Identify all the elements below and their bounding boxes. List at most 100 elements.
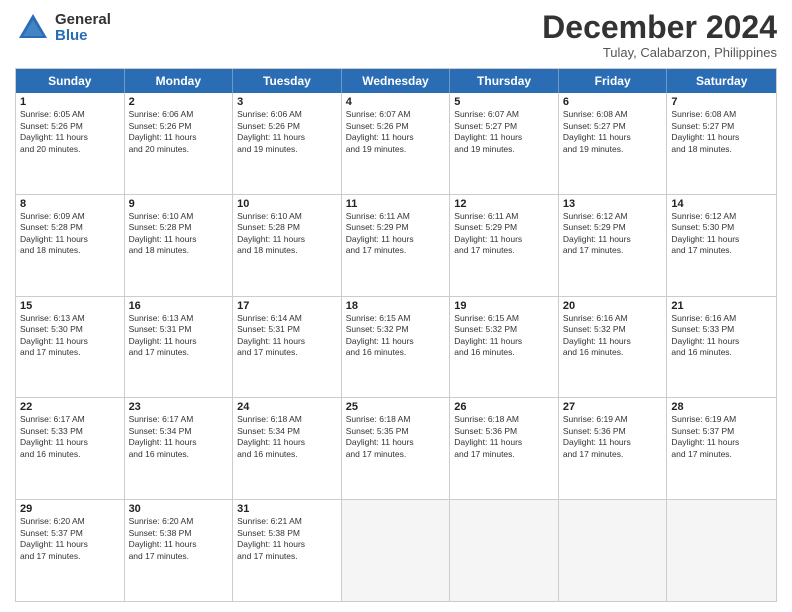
day-info: Sunrise: 6:06 AM Sunset: 5:26 PM Dayligh… [237,109,337,155]
day-number: 30 [129,503,229,515]
day-number: 7 [671,96,772,108]
day-info: Sunrise: 6:05 AM Sunset: 5:26 PM Dayligh… [20,109,120,155]
day-info: Sunrise: 6:11 AM Sunset: 5:29 PM Dayligh… [346,211,446,257]
calendar-day-3: 3Sunrise: 6:06 AM Sunset: 5:26 PM Daylig… [233,93,342,194]
day-number: 16 [129,300,229,312]
day-number: 29 [20,503,120,515]
day-info: Sunrise: 6:19 AM Sunset: 5:36 PM Dayligh… [563,414,663,460]
title-area: December 2024 Tulay, Calabarzon, Philipp… [542,10,777,60]
day-number: 13 [563,198,663,210]
day-info: Sunrise: 6:15 AM Sunset: 5:32 PM Dayligh… [454,313,554,359]
calendar-day-16: 16Sunrise: 6:13 AM Sunset: 5:31 PM Dayli… [125,297,234,398]
calendar: Sunday Monday Tuesday Wednesday Thursday… [15,68,777,602]
calendar-day-19: 19Sunrise: 6:15 AM Sunset: 5:32 PM Dayli… [450,297,559,398]
header-saturday: Saturday [667,69,776,93]
calendar-empty-cell [667,500,776,601]
calendar-day-4: 4Sunrise: 6:07 AM Sunset: 5:26 PM Daylig… [342,93,451,194]
calendar-week-5: 29Sunrise: 6:20 AM Sunset: 5:37 PM Dayli… [16,499,776,601]
calendar-day-9: 9Sunrise: 6:10 AM Sunset: 5:28 PM Daylig… [125,195,234,296]
header-monday: Monday [125,69,234,93]
calendar-day-7: 7Sunrise: 6:08 AM Sunset: 5:27 PM Daylig… [667,93,776,194]
header-sunday: Sunday [16,69,125,93]
calendar-day-6: 6Sunrise: 6:08 AM Sunset: 5:27 PM Daylig… [559,93,668,194]
calendar-day-29: 29Sunrise: 6:20 AM Sunset: 5:37 PM Dayli… [16,500,125,601]
header-wednesday: Wednesday [342,69,451,93]
header-thursday: Thursday [450,69,559,93]
day-info: Sunrise: 6:16 AM Sunset: 5:32 PM Dayligh… [563,313,663,359]
day-number: 14 [671,198,772,210]
day-info: Sunrise: 6:17 AM Sunset: 5:33 PM Dayligh… [20,414,120,460]
calendar-day-2: 2Sunrise: 6:06 AM Sunset: 5:26 PM Daylig… [125,93,234,194]
calendar-week-4: 22Sunrise: 6:17 AM Sunset: 5:33 PM Dayli… [16,397,776,499]
day-info: Sunrise: 6:15 AM Sunset: 5:32 PM Dayligh… [346,313,446,359]
location: Tulay, Calabarzon, Philippines [542,45,777,60]
header: General Blue December 2024 Tulay, Calaba… [15,10,777,60]
day-number: 15 [20,300,120,312]
day-info: Sunrise: 6:16 AM Sunset: 5:33 PM Dayligh… [671,313,772,359]
day-number: 27 [563,401,663,413]
day-number: 4 [346,96,446,108]
calendar-day-20: 20Sunrise: 6:16 AM Sunset: 5:32 PM Dayli… [559,297,668,398]
calendar-day-21: 21Sunrise: 6:16 AM Sunset: 5:33 PM Dayli… [667,297,776,398]
calendar-header: Sunday Monday Tuesday Wednesday Thursday… [16,69,776,93]
calendar-empty-cell [559,500,668,601]
calendar-day-18: 18Sunrise: 6:15 AM Sunset: 5:32 PM Dayli… [342,297,451,398]
day-info: Sunrise: 6:07 AM Sunset: 5:27 PM Dayligh… [454,109,554,155]
day-number: 1 [20,96,120,108]
day-info: Sunrise: 6:09 AM Sunset: 5:28 PM Dayligh… [20,211,120,257]
day-info: Sunrise: 6:18 AM Sunset: 5:34 PM Dayligh… [237,414,337,460]
calendar-day-17: 17Sunrise: 6:14 AM Sunset: 5:31 PM Dayli… [233,297,342,398]
day-number: 3 [237,96,337,108]
day-number: 31 [237,503,337,515]
day-number: 11 [346,198,446,210]
calendar-day-13: 13Sunrise: 6:12 AM Sunset: 5:29 PM Dayli… [559,195,668,296]
calendar-day-12: 12Sunrise: 6:11 AM Sunset: 5:29 PM Dayli… [450,195,559,296]
calendar-body: 1Sunrise: 6:05 AM Sunset: 5:26 PM Daylig… [16,93,776,601]
day-info: Sunrise: 6:10 AM Sunset: 5:28 PM Dayligh… [237,211,337,257]
day-info: Sunrise: 6:12 AM Sunset: 5:29 PM Dayligh… [563,211,663,257]
day-number: 24 [237,401,337,413]
day-info: Sunrise: 6:20 AM Sunset: 5:38 PM Dayligh… [129,516,229,562]
calendar-day-11: 11Sunrise: 6:11 AM Sunset: 5:29 PM Dayli… [342,195,451,296]
day-number: 18 [346,300,446,312]
day-info: Sunrise: 6:07 AM Sunset: 5:26 PM Dayligh… [346,109,446,155]
day-info: Sunrise: 6:19 AM Sunset: 5:37 PM Dayligh… [671,414,772,460]
day-info: Sunrise: 6:14 AM Sunset: 5:31 PM Dayligh… [237,313,337,359]
calendar-day-8: 8Sunrise: 6:09 AM Sunset: 5:28 PM Daylig… [16,195,125,296]
header-tuesday: Tuesday [233,69,342,93]
day-number: 12 [454,198,554,210]
logo-general-label: General [55,12,111,29]
calendar-day-23: 23Sunrise: 6:17 AM Sunset: 5:34 PM Dayli… [125,398,234,499]
day-number: 10 [237,198,337,210]
logo-text: General Blue [55,12,111,45]
day-number: 25 [346,401,446,413]
logo-blue-label: Blue [55,28,111,45]
day-number: 17 [237,300,337,312]
calendar-day-25: 25Sunrise: 6:18 AM Sunset: 5:35 PM Dayli… [342,398,451,499]
calendar-day-1: 1Sunrise: 6:05 AM Sunset: 5:26 PM Daylig… [16,93,125,194]
day-number: 5 [454,96,554,108]
day-number: 26 [454,401,554,413]
calendar-day-15: 15Sunrise: 6:13 AM Sunset: 5:30 PM Dayli… [16,297,125,398]
day-number: 19 [454,300,554,312]
day-info: Sunrise: 6:13 AM Sunset: 5:30 PM Dayligh… [20,313,120,359]
calendar-day-5: 5Sunrise: 6:07 AM Sunset: 5:27 PM Daylig… [450,93,559,194]
day-info: Sunrise: 6:06 AM Sunset: 5:26 PM Dayligh… [129,109,229,155]
day-info: Sunrise: 6:12 AM Sunset: 5:30 PM Dayligh… [671,211,772,257]
logo: General Blue [15,10,111,46]
logo-icon [15,10,51,46]
month-title: December 2024 [542,10,777,45]
day-info: Sunrise: 6:17 AM Sunset: 5:34 PM Dayligh… [129,414,229,460]
day-number: 2 [129,96,229,108]
day-number: 22 [20,401,120,413]
day-info: Sunrise: 6:11 AM Sunset: 5:29 PM Dayligh… [454,211,554,257]
calendar-day-30: 30Sunrise: 6:20 AM Sunset: 5:38 PM Dayli… [125,500,234,601]
day-number: 9 [129,198,229,210]
day-number: 21 [671,300,772,312]
calendar-day-14: 14Sunrise: 6:12 AM Sunset: 5:30 PM Dayli… [667,195,776,296]
calendar-day-26: 26Sunrise: 6:18 AM Sunset: 5:36 PM Dayli… [450,398,559,499]
page: General Blue December 2024 Tulay, Calaba… [0,0,792,612]
day-info: Sunrise: 6:18 AM Sunset: 5:35 PM Dayligh… [346,414,446,460]
day-info: Sunrise: 6:08 AM Sunset: 5:27 PM Dayligh… [563,109,663,155]
day-number: 23 [129,401,229,413]
